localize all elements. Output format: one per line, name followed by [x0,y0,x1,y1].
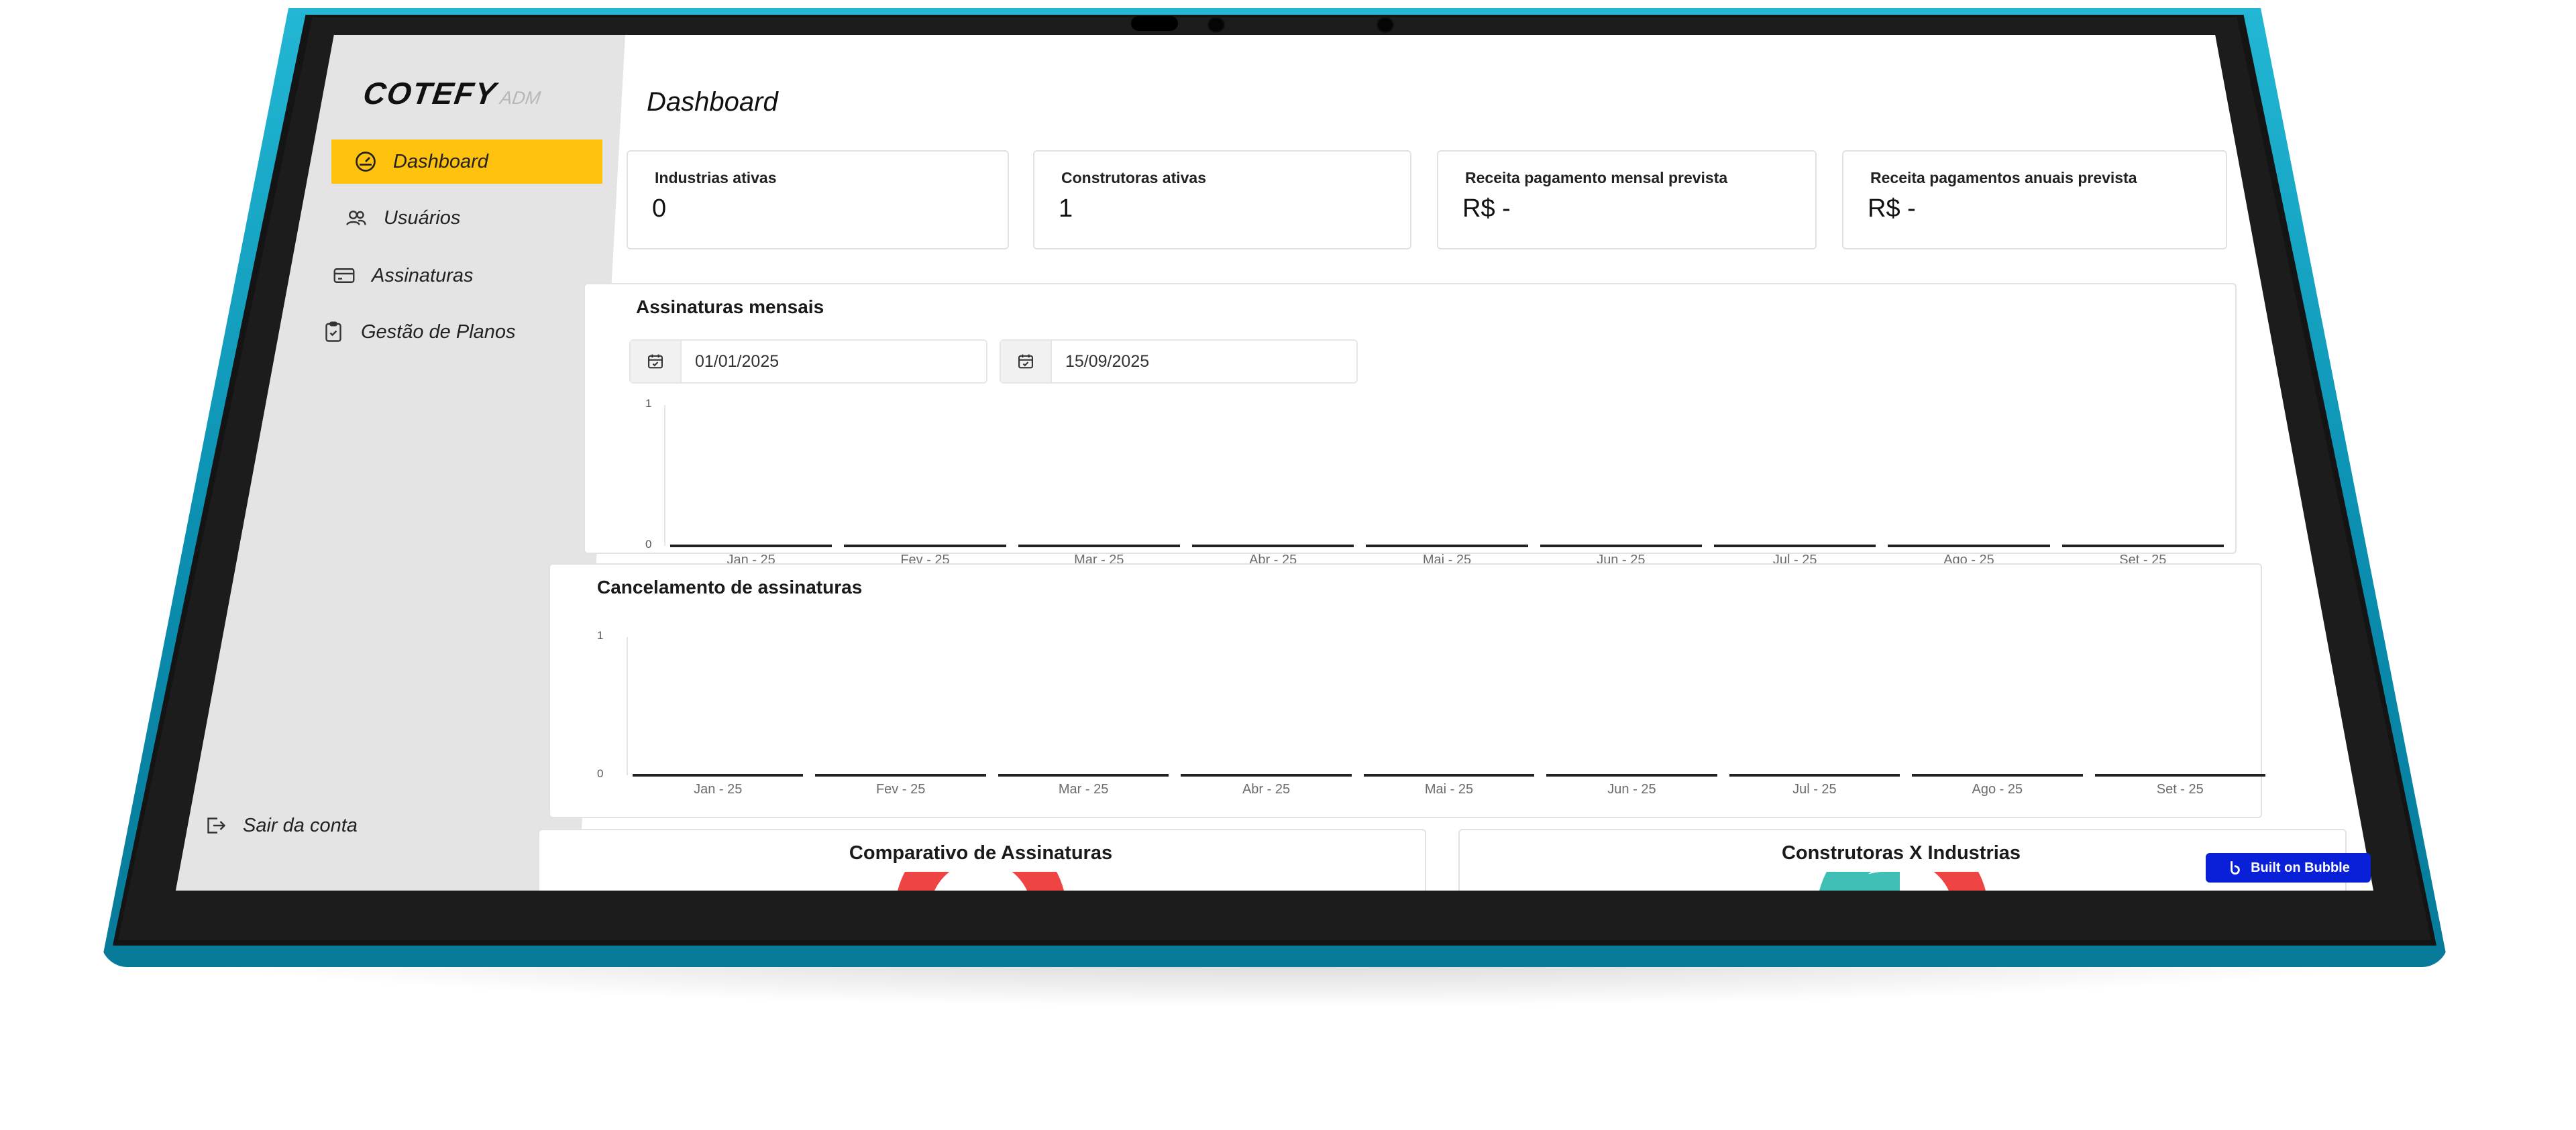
app-screen: COTEFYADM Dashboard Usuários Assinaturas… [176,35,2373,891]
sidebar-item-label: Usuários [384,207,461,229]
sidebar-item-gestao-de-planos[interactable]: Gestão de Planos [299,310,516,354]
logo-text: COTEFY [361,76,500,111]
x-tick-label: Ago - 25 [1972,782,2023,797]
chart-bar [670,545,833,547]
x-tick-label: Jul - 25 [1792,782,1837,797]
donut-separator [1900,872,1902,891]
donut-chart-comparativo [895,872,1067,891]
camera-housing [1131,16,1178,31]
cancellation-chart-title: Cancelamento de assinaturas [597,577,863,598]
logout-label: Sair da conta [243,814,358,836]
stat-value: R$ - [1868,194,1916,223]
y-tick-label: 1 [597,629,604,642]
credit-card-icon [331,263,357,288]
x-tick-label: Mar - 25 [1058,782,1109,797]
end-date-input[interactable]: 15/09/2025 [1000,339,1358,384]
sidebar-item-label: Assinaturas [372,264,474,286]
chart-bar [1366,545,1528,547]
sensor-icon [1377,17,1394,33]
brand-logo: COTEFYADM [361,75,543,111]
donut-separator [979,872,982,891]
chart-bar [844,545,1006,547]
sidebar-item-assinaturas[interactable]: Assinaturas [310,253,474,298]
page-title: Dashboard [647,87,778,117]
x-tick-label: Jan - 25 [694,782,743,797]
sidebar-item-label: Dashboard [393,150,488,172]
chart-bar [815,774,986,777]
y-tick-label: 0 [645,538,652,551]
x-tick-label: Fev - 25 [875,782,926,797]
chart-bar [1363,774,1535,777]
logout-button[interactable]: Sair da conta [203,813,358,838]
clipboard-check-icon [321,319,346,345]
stat-label: Receita pagamento mensal prevista [1465,169,1728,186]
chart-bar [1546,774,1717,777]
chart-bar [1181,774,1352,777]
cancellation-card [549,563,2262,818]
camera-icon [1208,17,1225,33]
users-icon [343,205,369,231]
badge-label: Built on Bubble [2251,860,2350,875]
stat-label: Receita pagamentos anuais prevista [1870,169,2137,186]
stat-label: Industrias ativas [655,169,777,186]
start-date-input[interactable]: 01/01/2025 [629,339,987,384]
monthly-chart-title: Assinaturas mensais [636,296,824,317]
chart-bar [1018,545,1180,547]
logo-suffix: ADM [498,88,542,108]
donut-slice [1902,872,1988,891]
stat-value: R$ - [1462,194,1511,223]
x-tick-label: Abr - 25 [1242,782,1291,797]
chart-bar [998,774,1169,777]
y-tick-label: 0 [597,767,604,780]
stat-card-construtoras: Construtoras ativas 1 [1033,150,1411,249]
end-date-value: 15/09/2025 [1065,351,1150,371]
stat-card-industrias: Industrias ativas 0 [627,150,1009,249]
bubble-logo-icon [2231,861,2240,875]
chart-bar [1192,545,1354,547]
built-on-bubble-badge[interactable]: Built on Bubble [2206,853,2371,883]
tablet-mockup-scene: COTEFYADM Dashboard Usuários Assinaturas… [0,0,2576,1130]
donut-title: Comparativo de Assinaturas [849,842,1113,864]
stat-value: 0 [652,194,667,223]
gauge-icon [353,149,378,174]
donut-chart-construtoras-x-industrias [1817,872,1988,891]
calendar-icon [631,341,682,382]
logout-icon [203,813,228,838]
stat-card-receita-anual: Receita pagamentos anuais prevista R$ - [1842,150,2227,249]
chart-bar [1729,774,1900,777]
sidebar-item-usuarios[interactable]: Usuários [322,196,460,240]
x-tick-label: Set - 25 [2156,782,2204,797]
start-date-value: 01/01/2025 [695,351,780,371]
chart-bar [633,774,804,777]
y-axis-line [627,637,628,775]
chart-bar [1714,545,1876,547]
monthly-subscriptions-card [584,283,2237,554]
chart-bar [2094,774,2265,777]
chart-bar [2061,545,2224,547]
chart-bar [1888,545,2050,547]
y-axis-line [664,405,665,546]
calendar-icon [1001,341,1052,382]
y-tick-label: 1 [645,397,652,410]
stat-value: 1 [1059,194,1073,223]
stat-label: Construtoras ativas [1061,169,1207,186]
chart-bar [1540,545,1702,547]
chart-bar [1912,774,2083,777]
sidebar-item-dashboard[interactable]: Dashboard [331,139,602,184]
sidebar-item-label: Gestão de Planos [361,321,516,343]
x-tick-label: Jun - 25 [1607,782,1656,797]
stat-card-receita-mensal: Receita pagamento mensal prevista R$ - [1437,150,1817,249]
x-tick-label: Mai - 25 [1424,782,1474,797]
